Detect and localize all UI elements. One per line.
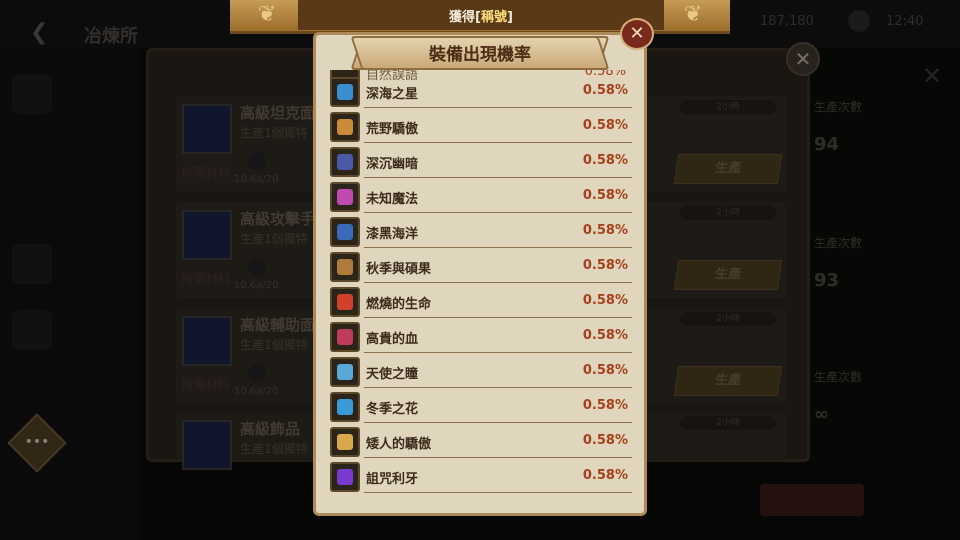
gem-icon bbox=[337, 434, 353, 450]
row-divider bbox=[364, 142, 632, 143]
equipment-icon bbox=[330, 112, 360, 142]
equipment-name: 深沉幽暗 bbox=[366, 157, 419, 172]
equipment-probability: 0.58% bbox=[582, 363, 628, 378]
equipment-icon bbox=[330, 357, 360, 387]
equipment-name: 詛咒利牙 bbox=[366, 472, 419, 487]
equipment-icon bbox=[330, 77, 360, 107]
gem-icon bbox=[337, 399, 353, 415]
row-divider bbox=[364, 282, 632, 283]
equipment-name: 高貴的血 bbox=[366, 332, 419, 347]
gem-icon bbox=[337, 469, 353, 485]
gem-icon bbox=[337, 84, 353, 100]
modal-title: 裝備出現機率 bbox=[429, 45, 531, 65]
equipment-name: 秋季與碩果 bbox=[366, 262, 432, 277]
equipment-icon bbox=[330, 217, 360, 247]
ornament-left-icon: ❦ bbox=[257, 2, 277, 27]
equipment-probability: 0.58% bbox=[582, 258, 628, 273]
probability-list[interactable]: 深海之星 0.58% 荒野驕傲 0.58% 深沉幽暗 0.58% 未知魔法 0.58% 漆黑海洋… bbox=[326, 74, 638, 510]
equipment-icon bbox=[330, 392, 360, 422]
equipment-icon bbox=[330, 322, 360, 352]
equipment-probability: 0.58% bbox=[582, 118, 628, 133]
gem-icon bbox=[337, 154, 353, 170]
list-item: 荒野驕傲 0.58% bbox=[326, 109, 632, 144]
equipment-icon bbox=[330, 182, 360, 212]
row-divider bbox=[364, 387, 632, 388]
row-divider bbox=[364, 107, 632, 108]
equipment-probability: 0.58% bbox=[582, 398, 628, 413]
ornament-right-icon: ❦ bbox=[683, 2, 703, 27]
equipment-name: 荒野驕傲 bbox=[366, 122, 419, 137]
equipment-probability: 0.58% bbox=[582, 328, 628, 343]
list-item: 深沉幽暗 0.58% bbox=[326, 144, 632, 179]
gem-icon bbox=[337, 329, 353, 345]
list-item: 天使之瞳 0.58% bbox=[326, 354, 632, 389]
row-divider bbox=[364, 422, 632, 423]
banner-text: 獲得[稱號] bbox=[449, 10, 513, 25]
row-divider bbox=[364, 212, 632, 213]
equipment-name: 天使之瞳 bbox=[366, 367, 419, 382]
gem-icon bbox=[337, 224, 353, 240]
list-item: 漆黑海洋 0.58% bbox=[326, 214, 632, 249]
equipment-probability: 0.58% bbox=[582, 223, 628, 238]
gem-icon bbox=[337, 259, 353, 275]
row-divider bbox=[364, 457, 632, 458]
modal-close-button[interactable]: ✕ bbox=[620, 18, 654, 50]
equipment-icon bbox=[330, 427, 360, 457]
list-item: 高貴的血 0.58% bbox=[326, 319, 632, 354]
list-item: 詛咒利牙 0.58% bbox=[326, 459, 632, 494]
row-divider bbox=[364, 247, 632, 248]
list-item: 深海之星 0.58% bbox=[326, 74, 632, 109]
list-item: 冬季之花 0.58% bbox=[326, 389, 632, 424]
list-item: 未知魔法 0.58% bbox=[326, 179, 632, 214]
list-item: 秋季與碩果 0.58% bbox=[326, 249, 632, 284]
gem-icon bbox=[337, 364, 353, 380]
equipment-name: 未知魔法 bbox=[366, 192, 419, 207]
equipment-probability: 0.58% bbox=[582, 433, 628, 448]
equipment-icon bbox=[330, 147, 360, 177]
list-item: 燃燒的生命 0.58% bbox=[326, 284, 632, 319]
equipment-name: 冬季之花 bbox=[366, 402, 419, 417]
gem-icon bbox=[337, 119, 353, 135]
game-screen: ❮ 冶煉所 187,180 12:40 ✕ ✕ 高級坦克面 生產1個獨特 所需材… bbox=[0, 0, 960, 540]
equipment-name: 漆黑海洋 bbox=[366, 227, 419, 242]
equipment-probability: 0.58% bbox=[582, 188, 628, 203]
equipment-icon bbox=[330, 462, 360, 492]
equipment-probability: 0.58% bbox=[582, 293, 628, 308]
row-divider bbox=[364, 177, 632, 178]
row-divider bbox=[364, 492, 632, 493]
equipment-name: 燃燒的生命 bbox=[366, 297, 432, 312]
equipment-icon bbox=[330, 287, 360, 317]
equipment-probability: 0.58% bbox=[582, 468, 628, 483]
equipment-probability: 0.58% bbox=[582, 153, 628, 168]
gem-icon bbox=[337, 189, 353, 205]
equipment-name: 深海之星 bbox=[366, 87, 419, 102]
equipment-name: 矮人的驕傲 bbox=[366, 437, 432, 452]
equipment-icon bbox=[330, 252, 360, 282]
equipment-probability: 0.58% bbox=[582, 83, 628, 98]
row-divider bbox=[364, 317, 632, 318]
list-item: 矮人的驕傲 0.58% bbox=[326, 424, 632, 459]
gem-icon bbox=[337, 294, 353, 310]
row-divider bbox=[364, 352, 632, 353]
